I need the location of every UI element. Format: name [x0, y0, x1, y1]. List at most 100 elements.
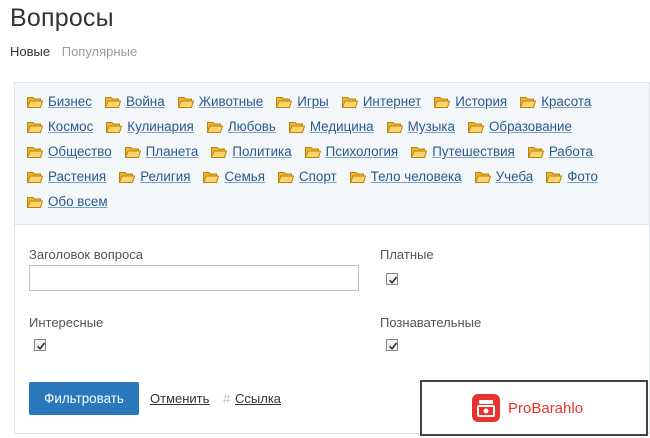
- category-link[interactable]: Любовь: [206, 119, 276, 134]
- category-link[interactable]: Планета: [124, 144, 199, 159]
- category-list: Бизнес Война Животные Игры Интернет История Кр…: [15, 83, 649, 225]
- category-row: Бизнес Война Животные Игры Интернет История Кр…: [26, 94, 649, 119]
- folder-icon: [275, 96, 293, 108]
- folder-icon: [288, 121, 306, 133]
- category-link[interactable]: Учеба: [474, 169, 534, 184]
- category-label: Образование: [488, 119, 572, 134]
- filter-button[interactable]: Фильтровать: [29, 382, 139, 415]
- folder-icon: [546, 171, 563, 183]
- category-label: Музыка: [407, 119, 455, 134]
- category-label: История: [455, 94, 508, 109]
- question-title-label: Заголовок вопроса: [29, 247, 143, 262]
- category-label: Животные: [198, 94, 264, 109]
- category-link[interactable]: Путешествия: [410, 144, 515, 159]
- category-label: Путешествия: [432, 144, 515, 159]
- category-label: Общество: [48, 144, 112, 159]
- folder-icon: [467, 121, 485, 133]
- shop-logo-icon: [472, 394, 500, 422]
- category-link[interactable]: Космос: [26, 119, 94, 134]
- category-label: Война: [125, 94, 165, 109]
- category-label: Религия: [140, 169, 191, 184]
- category-link[interactable]: Спорт: [277, 169, 337, 184]
- category-link[interactable]: Война: [104, 94, 165, 109]
- category-label: Семья: [224, 169, 266, 184]
- folder-icon: [26, 121, 44, 133]
- folder-icon: [26, 196, 44, 208]
- category-label: Растения: [48, 169, 107, 184]
- page-title: Вопросы: [10, 4, 114, 32]
- category-link[interactable]: Общество: [26, 144, 112, 159]
- folder-icon: [124, 146, 141, 158]
- category-row: Обо всем: [26, 194, 649, 219]
- category-link[interactable]: Фото: [546, 169, 598, 184]
- folder-icon: [474, 171, 491, 183]
- category-label: Политика: [232, 144, 292, 159]
- category-link[interactable]: Животные: [177, 94, 264, 109]
- category-label: Планета: [145, 144, 199, 159]
- category-label: Игры: [297, 94, 329, 109]
- tab-new[interactable]: Новые: [10, 44, 50, 59]
- watermark-text: ProBarahlo: [508, 399, 584, 417]
- category-link[interactable]: Бизнес: [26, 94, 92, 109]
- category-link[interactable]: История: [434, 94, 507, 109]
- category-link[interactable]: Обо всем: [26, 194, 108, 209]
- category-link[interactable]: Кулинария: [106, 119, 194, 134]
- category-label: Красота: [541, 94, 592, 109]
- folder-icon: [206, 121, 223, 133]
- interesting-checkbox[interactable]: [34, 339, 46, 351]
- category-link[interactable]: Образование: [467, 119, 572, 134]
- educational-checkbox[interactable]: [386, 339, 398, 351]
- interesting-label: Интересные: [29, 315, 104, 330]
- folder-icon: [177, 96, 194, 108]
- check-icon: [388, 342, 398, 350]
- category-label: Бизнес: [48, 94, 92, 109]
- category-label: Кулинария: [127, 119, 194, 134]
- folder-icon: [341, 96, 358, 108]
- category-label: Спорт: [299, 169, 337, 184]
- category-label: Интернет: [362, 94, 422, 109]
- watermark-logo: ProBarahlo: [420, 380, 648, 436]
- category-link[interactable]: Растения: [26, 169, 107, 184]
- category-link[interactable]: Тело человека: [349, 169, 462, 184]
- category-label: Тело человека: [370, 169, 462, 184]
- category-row: Общество Планета Политика Психология Путешес…: [26, 144, 649, 169]
- category-label: Космос: [48, 119, 94, 134]
- folder-icon: [304, 146, 321, 158]
- check-icon: [36, 342, 46, 350]
- question-title-input[interactable]: [29, 265, 359, 291]
- category-label: Учеба: [495, 169, 534, 184]
- category-link[interactable]: Красота: [519, 94, 592, 109]
- paid-checkbox[interactable]: [386, 273, 398, 285]
- folder-icon: [434, 96, 451, 108]
- category-link[interactable]: Религия: [118, 169, 191, 184]
- category-label: Фото: [567, 169, 598, 184]
- category-link[interactable]: Игры: [275, 94, 329, 109]
- folder-icon: [106, 121, 123, 133]
- folder-icon: [118, 171, 136, 183]
- folder-icon: [203, 171, 220, 183]
- category-link[interactable]: Политика: [211, 144, 292, 159]
- category-link[interactable]: Психология: [304, 144, 398, 159]
- folder-icon: [410, 146, 428, 158]
- folder-icon: [519, 96, 537, 108]
- category-row: Космос Кулинария Любовь Медицина Музыка Образ…: [26, 119, 649, 144]
- category-link[interactable]: Музыка: [386, 119, 455, 134]
- folder-icon: [386, 121, 403, 133]
- category-link[interactable]: Работа: [527, 144, 593, 159]
- category-link[interactable]: Медицина: [288, 119, 374, 134]
- folder-icon: [349, 171, 366, 183]
- category-link[interactable]: Интернет: [341, 94, 422, 109]
- category-row: Растения Религия Семья Спорт Тело человека Уч…: [26, 169, 649, 194]
- folder-icon: [277, 171, 295, 183]
- cancel-link[interactable]: Отменить: [150, 391, 209, 406]
- category-label: Любовь: [227, 119, 276, 134]
- folder-icon: [26, 96, 44, 108]
- category-label: Работа: [548, 144, 593, 159]
- paid-label: Платные: [380, 247, 434, 262]
- category-label: Медицина: [309, 119, 374, 134]
- tab-popular[interactable]: Популярные: [62, 44, 137, 59]
- category-link[interactable]: Семья: [203, 169, 265, 184]
- check-icon: [388, 276, 398, 284]
- permalink-link[interactable]: Ссылка: [235, 391, 281, 406]
- folder-icon: [26, 171, 44, 183]
